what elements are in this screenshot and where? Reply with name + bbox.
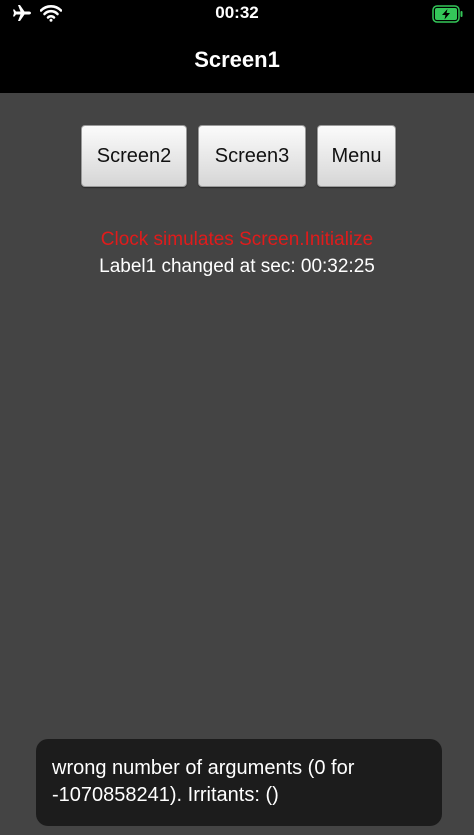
menu-button[interactable]: Menu bbox=[317, 125, 396, 187]
toast-message: wrong number of arguments (0 for -107085… bbox=[52, 757, 355, 806]
status-time: 00:32 bbox=[215, 3, 259, 22]
battery-charging-icon bbox=[432, 5, 464, 28]
top-bar: 00:32 Screen1 bbox=[0, 0, 474, 93]
screen3-button[interactable]: Screen3 bbox=[198, 125, 306, 187]
button-row: Screen2 Screen3 Menu bbox=[0, 125, 474, 187]
app-screen: 00:32 Screen1 Screen2 Screen3 Menu Clock… bbox=[0, 0, 474, 835]
clock-status-label: Clock simulates Screen.Initialize bbox=[100, 229, 374, 250]
label1-status-label: Label1 changed at sec: 00:32:25 bbox=[99, 256, 375, 277]
page-title: Screen1 bbox=[194, 47, 280, 72]
status-bar: 00:32 bbox=[0, 0, 474, 28]
error-toast: wrong number of arguments (0 for -107085… bbox=[36, 739, 442, 826]
screen2-button[interactable]: Screen2 bbox=[81, 125, 187, 187]
